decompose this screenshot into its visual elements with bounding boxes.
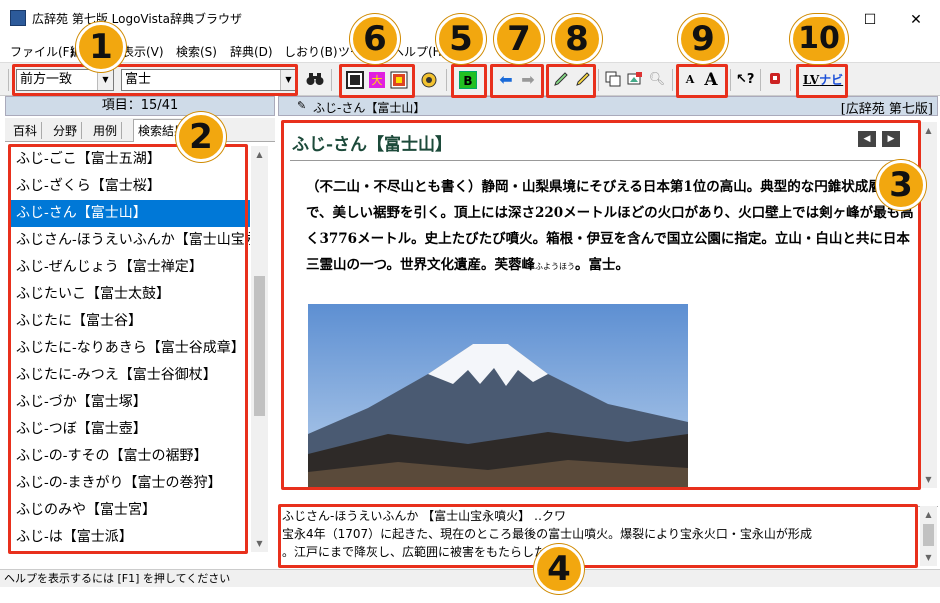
tab-field[interactable]: 分野: [49, 122, 83, 139]
image-copy-icon[interactable]: [626, 71, 644, 89]
menu-search[interactable]: 検索(S): [176, 43, 217, 60]
window-title: 広辞苑 第七版 LogoVista辞典ブラウザ: [32, 12, 242, 26]
annotation-box-9: [676, 64, 728, 98]
annotation-box-3: [281, 120, 921, 490]
scroll-down-icon[interactable]: ▼: [920, 549, 937, 566]
copy-icon[interactable]: [604, 71, 622, 89]
badge-9: 9: [678, 14, 728, 64]
list-scrollbar[interactable]: ▲ ▼: [251, 146, 268, 552]
scroll-up-icon[interactable]: ▲: [920, 122, 937, 139]
scroll-down-icon[interactable]: ▼: [920, 471, 937, 488]
entry-path-bar: ✎ ふじ-さん【富士山】 [広辞苑 第七版]: [278, 96, 938, 117]
annotation-box-8: [546, 64, 596, 98]
category-tabs: 百科 分野 用例 検索結果: [5, 118, 275, 142]
badge-4: 4: [534, 544, 584, 594]
tab-encyclopedia[interactable]: 百科: [9, 122, 43, 139]
entry-path: ふじ-さん【富士山】: [313, 101, 426, 115]
badge-1: 1: [76, 22, 126, 72]
annotation-box-5: [451, 64, 487, 98]
toolbar-grip: [8, 69, 9, 91]
scroll-down-icon[interactable]: ▼: [251, 535, 268, 552]
badge-8: 8: [552, 14, 602, 64]
annotation-box-6: [339, 64, 415, 98]
annotation-box-4: [278, 504, 918, 568]
badge-6: 6: [350, 14, 400, 64]
annotation-box-10: [796, 64, 848, 98]
dictionary-ball-icon[interactable]: [420, 71, 438, 89]
scroll-up-icon[interactable]: ▲: [920, 506, 937, 523]
menu-file[interactable]: ファイル(F): [10, 43, 74, 60]
badge-3: 3: [876, 160, 926, 210]
scroll-up-icon[interactable]: ▲: [251, 146, 268, 163]
menu-dictionary[interactable]: 辞典(D): [230, 43, 273, 60]
badge-10: 10: [790, 14, 848, 64]
badge-2: 2: [176, 112, 226, 162]
zoom-icon[interactable]: 🔍︎: [648, 71, 666, 89]
annotation-box-1: [12, 64, 298, 96]
scrollbar-thumb[interactable]: [923, 524, 934, 546]
maximize-button[interactable]: ☐: [850, 6, 890, 34]
context-help-icon[interactable]: ↖?: [736, 71, 754, 89]
close-button[interactable]: ✕: [896, 6, 936, 34]
badge-7: 7: [494, 14, 544, 64]
binoculars-icon[interactable]: [306, 71, 324, 89]
badge-5: 5: [436, 14, 486, 64]
item-count: 項目：15/41: [5, 96, 275, 116]
status-bar: ヘルプを表示するには [F1] を押してください: [0, 569, 940, 587]
sub-pane-scrollbar[interactable]: ▲ ▼: [920, 506, 937, 566]
pen-icon: ✎: [297, 99, 307, 112]
annotation-box-2: [8, 144, 248, 554]
menu-bookmark[interactable]: しおり(B): [284, 43, 338, 60]
tab-example[interactable]: 用例: [89, 122, 123, 139]
red-book-icon[interactable]: [766, 71, 784, 89]
menu-view[interactable]: 表示(V): [122, 43, 164, 60]
annotation-box-7: [490, 64, 544, 98]
scrollbar-thumb[interactable]: [254, 276, 265, 416]
dictionary-name: [広辞苑 第七版]: [840, 102, 933, 117]
app-icon: [10, 10, 26, 26]
